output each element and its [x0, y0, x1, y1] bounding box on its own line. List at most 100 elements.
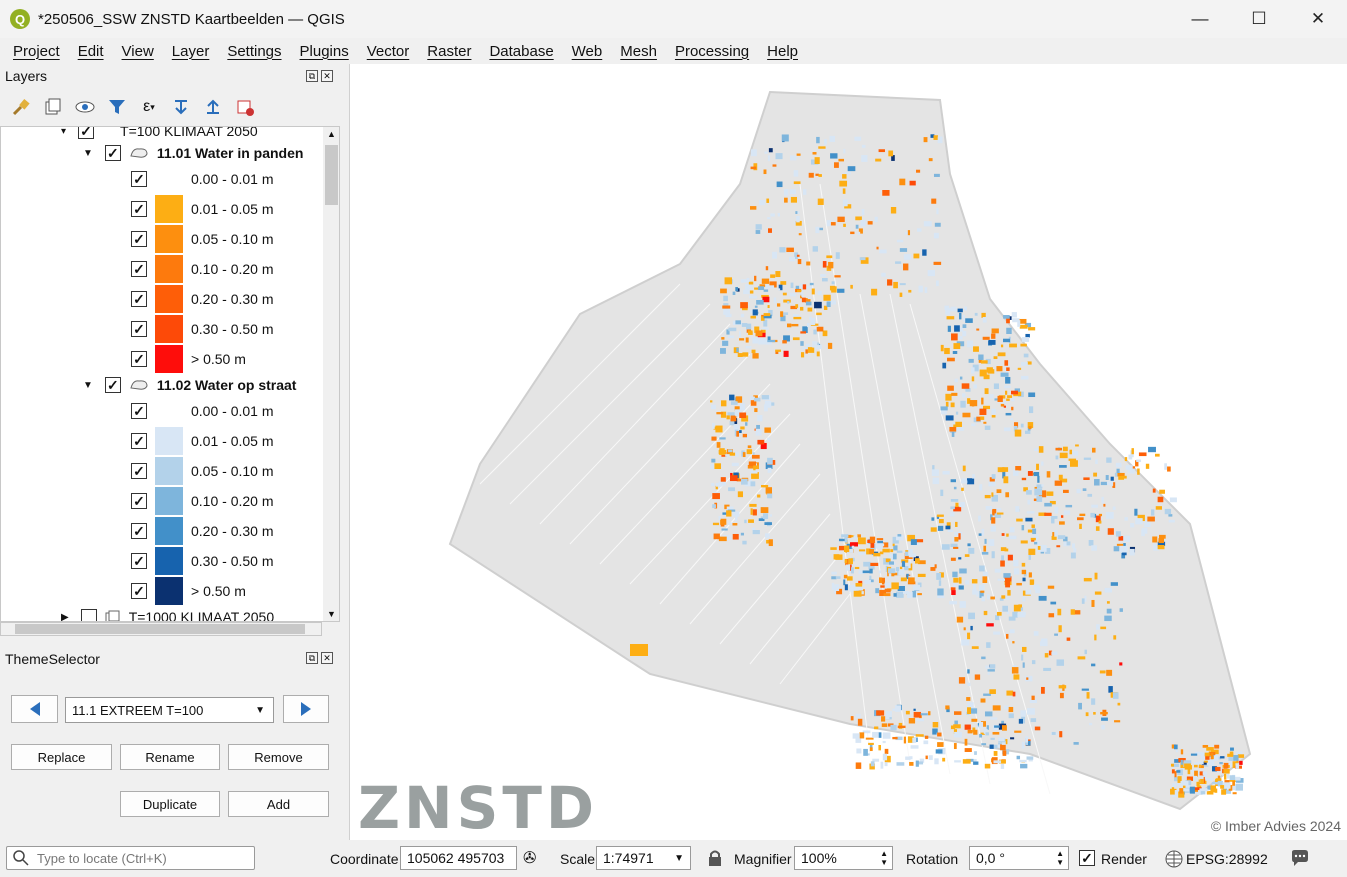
coordinate-field[interactable]: 105062 495703 — [400, 846, 517, 870]
float-panel-icon[interactable]: ⧉ — [306, 652, 318, 664]
duplicate-button[interactable]: Duplicate — [120, 791, 220, 817]
layer1-class-row[interactable]: ✓ 0.00 - 0.01 m — [131, 165, 274, 193]
layer-row-water-op-straat[interactable]: ▼ ✓ 11.02 Water op straat — [83, 371, 296, 399]
layer2-class-checkbox[interactable]: ✓ — [131, 583, 147, 599]
hscroll-thumb[interactable] — [15, 624, 305, 634]
group-bottom-checkbox[interactable] — [80, 609, 97, 621]
spin-arrows-icon[interactable]: ▲ ▼ — [880, 849, 888, 867]
street-flood-mark — [1104, 587, 1113, 593]
layer1-checkbox[interactable]: ✓ — [104, 145, 121, 161]
menu-database[interactable]: Database — [480, 43, 562, 60]
add-button[interactable]: Add — [228, 791, 329, 817]
layer2-class-checkbox[interactable]: ✓ — [131, 553, 147, 569]
expand-all-icon[interactable] — [170, 96, 192, 118]
eye-visibility-icon[interactable] — [74, 96, 96, 118]
filter-icon[interactable] — [106, 96, 128, 118]
float-panel-icon[interactable]: ⧉ — [306, 70, 318, 82]
layer-tree-hscroll[interactable] — [0, 622, 322, 636]
layer2-class-row[interactable]: ✓ 0.20 - 0.30 m — [131, 517, 274, 545]
layer2-class-checkbox[interactable]: ✓ — [131, 463, 147, 479]
layer1-class-checkbox[interactable]: ✓ — [131, 201, 147, 217]
layer2-class-row[interactable]: ✓ 0.00 - 0.01 m — [131, 397, 274, 425]
menu-web[interactable]: Web — [563, 43, 612, 60]
menu-plugins[interactable]: Plugins — [291, 43, 358, 60]
street-flood-mark — [742, 540, 747, 545]
menu-edit[interactable]: Edit — [69, 43, 113, 60]
layer1-class-row[interactable]: ✓ 0.01 - 0.05 m — [131, 195, 274, 223]
building-flood-mark — [1022, 646, 1027, 652]
layer1-class-checkbox[interactable]: ✓ — [131, 321, 147, 337]
layer1-class-row[interactable]: ✓ > 0.50 m — [131, 345, 246, 373]
expression-filter-icon[interactable]: ε ▾ — [138, 96, 160, 118]
next-theme-button[interactable] — [283, 695, 329, 723]
layer2-class-row[interactable]: ✓ 0.01 - 0.05 m — [131, 427, 274, 455]
remove-layer-icon[interactable] — [234, 96, 256, 118]
layer2-class-checkbox[interactable]: ✓ — [131, 523, 147, 539]
maximize-button[interactable]: ☐ — [1230, 0, 1288, 38]
rename-button[interactable]: Rename — [120, 744, 220, 770]
spin-arrows-icon[interactable]: ▲ ▼ — [1056, 849, 1064, 867]
layer1-class-checkbox[interactable]: ✓ — [131, 231, 147, 247]
locator-search-input[interactable]: Type to locate (Ctrl+K) — [6, 846, 255, 870]
layer-tree-vscroll[interactable]: ▲ ▼ — [323, 127, 339, 621]
layer1-class-row[interactable]: ✓ 0.05 - 0.10 m — [131, 225, 274, 253]
street-flood-mark — [758, 286, 765, 291]
close-panel-icon[interactable]: ✕ — [321, 652, 333, 664]
collapse-all-icon[interactable] — [202, 96, 224, 118]
layer2-class-row[interactable]: ✓ 0.05 - 0.10 m — [131, 457, 274, 485]
layer2-class-checkbox[interactable]: ✓ — [131, 433, 147, 449]
street-flood-mark — [1105, 475, 1109, 481]
scale-field[interactable]: 1:74971 ▼ — [596, 846, 691, 870]
layer1-class-checkbox[interactable]: ✓ — [131, 291, 147, 307]
add-group-icon[interactable] — [42, 96, 64, 118]
collapse-arrow-icon[interactable]: ▼ — [83, 380, 93, 391]
messages-icon[interactable] — [1290, 849, 1310, 870]
menu-settings[interactable]: Settings — [218, 43, 290, 60]
building-flood-mark — [1019, 318, 1027, 324]
menu-raster[interactable]: Raster — [418, 43, 480, 60]
close-panel-icon[interactable]: ✕ — [321, 70, 333, 82]
theme-select[interactable]: 11.1 EXTREEM T=100 ▼ — [65, 697, 274, 723]
replace-button[interactable]: Replace — [11, 744, 112, 770]
previous-theme-button[interactable] — [11, 695, 58, 723]
layer2-class-checkbox[interactable]: ✓ — [131, 493, 147, 509]
menu-view[interactable]: View — [113, 43, 163, 60]
layer1-class-checkbox[interactable]: ✓ — [131, 171, 147, 187]
layer1-class-row[interactable]: ✓ 0.10 - 0.20 m — [131, 255, 274, 283]
menu-project[interactable]: Project — [4, 43, 69, 60]
globe-crs-icon[interactable] — [1165, 850, 1183, 871]
menu-layer[interactable]: Layer — [163, 43, 219, 60]
coordinate-toggle-icon[interactable]: ✇ — [523, 848, 543, 868]
menu-processing[interactable]: Processing — [666, 43, 758, 60]
render-checkbox[interactable]: ✓ — [1079, 850, 1095, 866]
remove-button[interactable]: Remove — [228, 744, 329, 770]
layer2-checkbox[interactable]: ✓ — [104, 377, 121, 393]
collapse-arrow-icon[interactable]: ▼ — [83, 148, 93, 159]
expand-arrow-icon[interactable]: ▶ — [61, 612, 69, 622]
close-button[interactable]: ✕ — [1289, 0, 1347, 38]
layer2-class-row[interactable]: ✓ 0.30 - 0.50 m — [131, 547, 274, 575]
rotation-field[interactable]: 0,0 ° ▲ ▼ — [969, 846, 1069, 870]
street-flood-mark — [1057, 535, 1066, 540]
building-flood-mark — [996, 366, 1003, 372]
layer2-class-row[interactable]: ✓ 0.10 - 0.20 m — [131, 487, 274, 515]
layer1-class-checkbox[interactable]: ✓ — [131, 261, 147, 277]
style-paintbrush-icon[interactable] — [10, 96, 32, 118]
group-top-checkbox[interactable]: ✓ — [78, 127, 95, 139]
lock-scale-icon[interactable] — [707, 849, 723, 870]
menu-help[interactable]: Help — [758, 43, 807, 60]
vscroll-thumb[interactable] — [325, 145, 338, 205]
menu-vector[interactable]: Vector — [358, 43, 419, 60]
layer2-class-row[interactable]: ✓ > 0.50 m — [131, 577, 246, 605]
layer2-class-checkbox[interactable]: ✓ — [131, 403, 147, 419]
minimize-button[interactable]: — — [1171, 0, 1229, 38]
group-row-bottom[interactable]: ▶ T=1000 KLIMAAT 2050 — [61, 603, 274, 622]
crs-label[interactable]: EPSG:28992 — [1186, 851, 1268, 867]
menu-mesh[interactable]: Mesh — [611, 43, 666, 60]
layer1-class-checkbox[interactable]: ✓ — [131, 351, 147, 367]
magnifier-field[interactable]: 100% ▲ ▼ — [794, 846, 893, 870]
map-canvas[interactable]: ZNSTD © Imber Advies 2024 — [349, 64, 1347, 840]
layer1-class-row[interactable]: ✓ 0.20 - 0.30 m — [131, 285, 274, 313]
layer-row-water-in-panden[interactable]: ▼ ✓ 11.01 Water in panden — [83, 139, 303, 167]
layer1-class-row[interactable]: ✓ 0.30 - 0.50 m — [131, 315, 274, 343]
